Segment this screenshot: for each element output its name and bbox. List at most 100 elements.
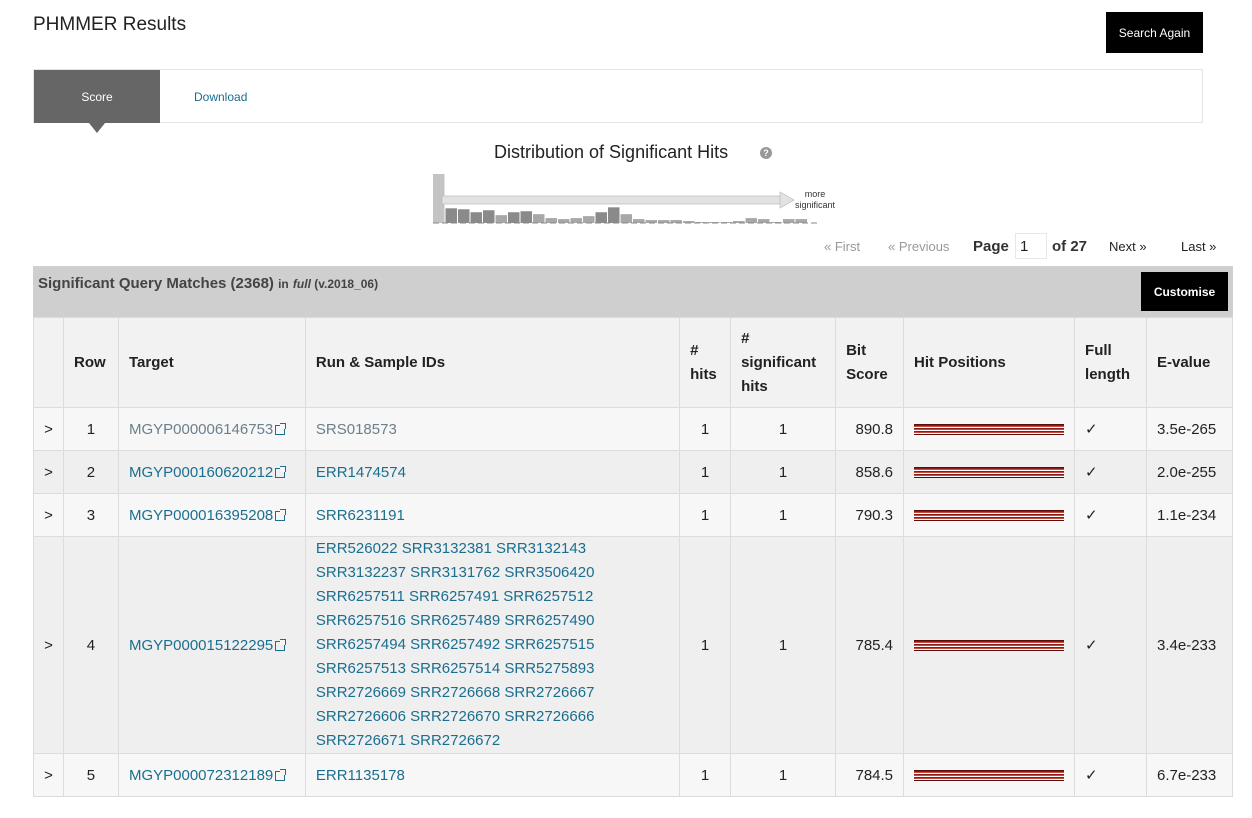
- full-length-check: ✓: [1074, 753, 1147, 797]
- hit-position-bar[interactable]: [914, 466, 1065, 478]
- hit-positions-cell: [903, 493, 1076, 537]
- run-links-line[interactable]: SRR6257494 SRR6257492 SRR6257515: [316, 633, 669, 657]
- run-links-line[interactable]: ERR526022 SRR3132381 SRR3132143: [316, 537, 669, 561]
- run-link[interactable]: SRS018573: [316, 421, 397, 438]
- pager-next-link[interactable]: Next »: [1109, 234, 1147, 258]
- results-db-name: full: [292, 277, 311, 291]
- target-link[interactable]: MGYP000006146753: [129, 421, 273, 438]
- evalue-value: 3.4e-233: [1146, 536, 1233, 754]
- histogram-bar[interactable]: [595, 212, 608, 223]
- pager-previous-link[interactable]: « Previous: [888, 234, 949, 258]
- active-tab-pointer-icon: [89, 123, 105, 133]
- histogram-bar[interactable]: [558, 219, 570, 223]
- target-link[interactable]: MGYP000072312189: [129, 767, 273, 784]
- run-link[interactable]: ERR1135178: [316, 767, 405, 784]
- histogram-bar[interactable]: [483, 210, 495, 223]
- external-link-icon[interactable]: [275, 768, 287, 781]
- runs-cell: ERR526022 SRR3132381 SRR3132143 SRR31322…: [304, 536, 681, 754]
- hit-position-bar[interactable]: [914, 509, 1065, 521]
- run-link[interactable]: SRR6231191: [316, 507, 405, 524]
- external-link-icon[interactable]: [275, 422, 287, 435]
- hit-position-bar[interactable]: [914, 639, 1065, 651]
- bit-header-line1: Bit: [846, 341, 867, 359]
- page-number-input[interactable]: [1015, 233, 1047, 259]
- expand-row-button[interactable]: >: [33, 536, 64, 754]
- significance-histogram[interactable]: more significant: [432, 173, 842, 227]
- histogram-bar[interactable]: [508, 212, 520, 223]
- histogram-bar[interactable]: [745, 218, 758, 223]
- hit-position-bar[interactable]: [914, 423, 1065, 435]
- search-again-button[interactable]: Search Again: [1106, 12, 1203, 53]
- hits-value: 1: [679, 753, 732, 797]
- row-number: 2: [62, 450, 119, 494]
- column-header-significant-hits[interactable]: # significant hits: [730, 317, 837, 408]
- run-links-line[interactable]: SRR3132237 SRR3131762 SRR3506420: [316, 561, 669, 585]
- expand-row-button[interactable]: >: [33, 450, 64, 494]
- hits-value: 1: [679, 536, 732, 754]
- target-link[interactable]: MGYP000160620212: [129, 464, 273, 481]
- hit-position-bar[interactable]: [914, 769, 1065, 781]
- runs-cell: SRS018573: [304, 407, 681, 451]
- column-header-hits[interactable]: # hits: [679, 317, 732, 408]
- help-icon[interactable]: ?: [760, 147, 772, 159]
- histogram-bar[interactable]: [608, 207, 620, 223]
- histogram-bar[interactable]: [445, 208, 458, 223]
- target-cell: MGYP000072312189: [117, 753, 306, 797]
- run-links-line[interactable]: SRR6257513 SRR6257514 SRR5275893: [316, 657, 669, 681]
- expand-row-button[interactable]: >: [33, 493, 64, 537]
- histogram-bar[interactable]: [570, 218, 583, 223]
- external-link-icon[interactable]: [275, 465, 287, 478]
- pager-last-link[interactable]: Last »: [1181, 234, 1216, 258]
- run-links-line[interactable]: SRR2726669 SRR2726668 SRR2726667: [316, 681, 669, 705]
- row-number: 5: [62, 753, 119, 797]
- histogram-bar[interactable]: [520, 211, 533, 223]
- significant-hits-value: 1: [730, 493, 837, 537]
- column-header-bit-score[interactable]: Bit Score: [835, 317, 905, 408]
- bit-score-value: 858.6: [835, 450, 905, 494]
- tab-score[interactable]: Score: [34, 70, 160, 133]
- target-cell: MGYP000006146753: [117, 407, 306, 451]
- tab-download[interactable]: Download: [194, 70, 247, 123]
- expand-row-button[interactable]: >: [33, 407, 64, 451]
- table-row: > 3 MGYP000016395208 SRR6231191 1 1 790.…: [33, 493, 1233, 537]
- bit-score-value: 890.8: [835, 407, 905, 451]
- target-link[interactable]: MGYP000016395208: [129, 507, 273, 524]
- run-links-line[interactable]: SRR2726606 SRR2726670 SRR2726666: [316, 705, 669, 729]
- external-link-icon[interactable]: [275, 638, 287, 651]
- sig-header-line3: hits: [741, 377, 768, 395]
- histogram-bar[interactable]: [633, 219, 645, 223]
- arrow-label-significant: significant: [795, 200, 836, 210]
- significant-hits-value: 1: [730, 536, 837, 754]
- expand-row-button[interactable]: >: [33, 753, 64, 797]
- target-link[interactable]: MGYP000015122295: [129, 637, 273, 654]
- column-header-row[interactable]: Row: [62, 317, 119, 408]
- histogram-bar[interactable]: [533, 214, 545, 223]
- run-links-line[interactable]: SRR6257516 SRR6257489 SRR6257490: [316, 609, 669, 633]
- histogram-bar[interactable]: [758, 219, 770, 223]
- column-header-evalue[interactable]: E-value: [1146, 317, 1233, 408]
- pager-page-label: Page: [973, 237, 1009, 255]
- histogram-bar[interactable]: [620, 214, 633, 223]
- more-significant-arrow-icon: [441, 191, 795, 209]
- full-length-check: ✓: [1074, 493, 1147, 537]
- column-header-target[interactable]: Target: [117, 317, 306, 408]
- hits-header-line2: hits: [690, 365, 717, 383]
- histogram-bar[interactable]: [458, 209, 470, 223]
- customise-button[interactable]: Customise: [1141, 272, 1228, 311]
- histogram-bar[interactable]: [545, 218, 558, 223]
- histogram-bar[interactable]: [795, 219, 808, 223]
- run-links-line[interactable]: SRR2726671 SRR2726672: [316, 729, 669, 753]
- histogram-bar[interactable]: [470, 212, 483, 223]
- tab-score-label: Score: [81, 89, 113, 104]
- significant-hits-value: 1: [730, 407, 837, 451]
- histogram-bar[interactable]: [495, 215, 508, 223]
- external-link-icon[interactable]: [275, 508, 287, 521]
- run-links-line[interactable]: SRR6257511 SRR6257491 SRR6257512: [316, 585, 669, 609]
- column-header-full-length[interactable]: Full length: [1074, 317, 1147, 408]
- histogram-bar[interactable]: [783, 219, 795, 223]
- significant-hits-value: 1: [730, 753, 837, 797]
- column-header-runs[interactable]: Run & Sample IDs: [304, 317, 681, 408]
- run-link[interactable]: ERR1474574: [316, 464, 406, 481]
- pager-first-link[interactable]: « First: [824, 234, 860, 258]
- histogram-bar[interactable]: [583, 216, 595, 223]
